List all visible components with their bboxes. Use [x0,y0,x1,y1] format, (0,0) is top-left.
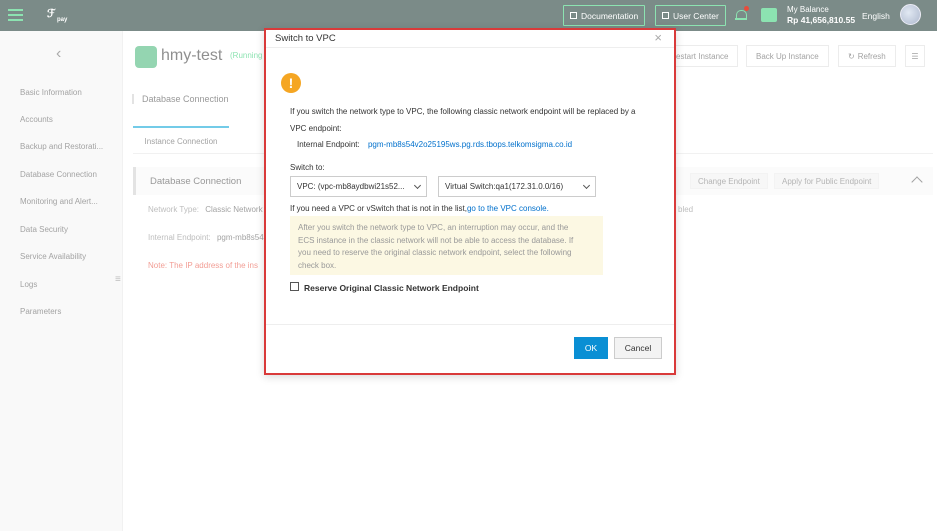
warning-line4: check box. [298,260,337,270]
vpc-hint-row: If you need a VPC or vSwitch that is not… [290,204,549,213]
dialog-header-divider [266,47,674,48]
vswitch-select[interactable]: Virtual Switch:qa1(172.31.0.0/16) [438,176,596,197]
dialog-message-line1: If you switch the network type to VPC, t… [290,107,636,116]
reserve-endpoint-label[interactable]: Reserve Original Classic Network Endpoin… [304,283,479,293]
dialog-message-line2: VPC endpoint: [290,124,342,133]
warning-line2: ECS instance in the classic network will… [298,235,574,245]
endpoint-row: Internal Endpoint: pgm-mb8s54v2o25195ws.… [297,140,572,149]
switch-to-vpc-dialog: Switch to VPC × ! If you switch the netw… [264,28,676,375]
close-icon[interactable]: × [654,30,662,45]
vpc-select[interactable]: VPC: (vpc-mb8aydbwi21s52... [290,176,427,197]
reserve-endpoint-checkbox[interactable] [290,282,299,291]
chevron-down-icon [582,181,591,190]
endpoint-value: pgm-mb8s54v2o25195ws.pg.rds.tbops.telkom… [367,140,573,149]
dialog-title: Switch to VPC [275,33,336,44]
vpc-hint-text: If you need a VPC or vSwitch that is not… [290,204,467,213]
warning-line3: you need to reserve the original classic… [298,248,572,257]
endpoint-label: Internal Endpoint: [297,140,360,149]
vpc-console-link[interactable]: go to the VPC console. [467,204,549,213]
dialog-footer-divider [266,324,674,325]
cancel-button[interactable]: Cancel [614,337,662,359]
vswitch-select-value: Virtual Switch:qa1(172.31.0.0/16) [445,182,564,191]
ok-button[interactable]: OK [574,337,608,359]
switch-to-label: Switch to: [290,163,325,172]
warning-note: After you switch the network type to VPC… [290,216,603,275]
vpc-select-value: VPC: (vpc-mb8aydbwi21s52... [297,182,405,191]
warning-line1: After you switch the network type to VPC… [298,223,569,232]
notification-dot [744,6,749,11]
warning-icon: ! [281,73,301,93]
chevron-down-icon [413,181,422,190]
